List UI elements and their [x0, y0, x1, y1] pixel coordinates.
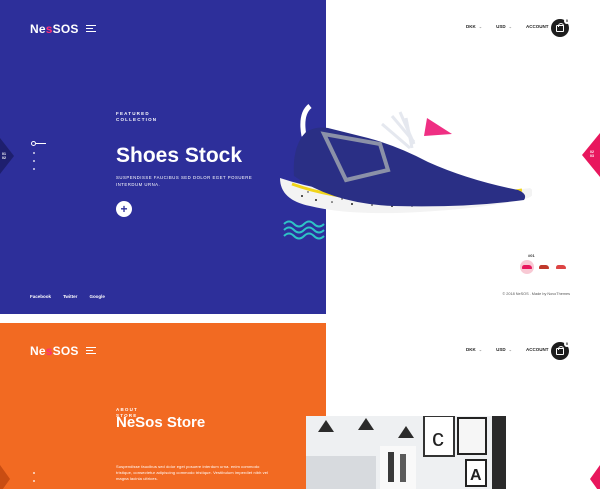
currency-selector-dkk[interactable]: DKK ⌄	[466, 24, 482, 29]
currency-selector-usd[interactable]: USD ⌄	[496, 24, 512, 29]
cart-count-badge: 0	[564, 18, 570, 24]
prev-slide-tab[interactable]	[0, 465, 10, 489]
cart-button[interactable]: 0	[551, 341, 570, 360]
social-links: Facebook Twitter Google	[30, 294, 105, 299]
store-interior-photo: c A	[306, 416, 506, 489]
shopping-bag-icon	[556, 23, 564, 32]
next-slide-label: 02 03	[590, 150, 594, 158]
svg-text:c: c	[432, 425, 444, 452]
hero-subtitle: SUSPENDISSE FAUCIBUS SED DOLOR EGET POSU…	[116, 175, 253, 187]
about-body: Suspendisse faucibus sed dolor eget posu…	[116, 464, 269, 481]
menu-icon[interactable]	[86, 347, 96, 354]
shoe-laces	[381, 111, 416, 150]
chevron-down-icon: ⌄	[478, 24, 483, 29]
hero-eyebrow: FEATURED COLLECTION	[116, 111, 158, 122]
slide-dot[interactable]	[32, 168, 35, 170]
pink-triangle-shape	[424, 118, 452, 136]
currency-selector-dkk[interactable]: DKK ⌄	[466, 347, 482, 352]
teal-wave-shape	[283, 220, 325, 240]
thumbnail-pink-shoe[interactable]	[520, 260, 534, 274]
about-section: NesSOS DKK⌄ USD⌄ ACCOUNT⌄ 0 ABOUTSTORE N…	[0, 323, 600, 489]
top-nav: DKK⌄ USD⌄ ACCOUNT⌄	[466, 347, 555, 352]
product-thumbnails: #01	[520, 253, 568, 274]
slide-dot[interactable]	[32, 480, 35, 482]
slide-dot-active[interactable]	[31, 141, 46, 146]
top-nav: DKK⌄ USD⌄ ACCOUNT⌄	[466, 24, 555, 29]
svg-text:A: A	[470, 467, 482, 484]
cart-count-badge: 0	[564, 341, 570, 347]
featured-shoe-image	[280, 104, 532, 240]
prev-slide-label: 01 02	[2, 152, 6, 160]
currency-selector-usd[interactable]: USD ⌄	[496, 347, 512, 352]
chevron-down-icon: ⌄	[478, 347, 483, 352]
slide-dot[interactable]	[32, 160, 35, 162]
chevron-down-icon: ⌄	[508, 347, 512, 352]
chevron-down-icon: ⌄	[508, 24, 512, 29]
slide-dot[interactable]	[32, 472, 35, 474]
brand-logo[interactable]: NesSOS	[30, 22, 79, 36]
about-title: NeSos Store	[116, 414, 206, 431]
social-link-twitter[interactable]: Twitter	[63, 294, 77, 299]
cart-button[interactable]: 0	[551, 18, 570, 37]
brand-logo[interactable]: NesSOS	[30, 344, 79, 358]
social-link-facebook[interactable]: Facebook	[30, 294, 51, 299]
slide-indicator	[31, 141, 46, 170]
social-link-google[interactable]: Google	[89, 294, 105, 299]
thumbnail-white-red-shoe[interactable]	[554, 260, 568, 274]
shopping-bag-icon	[556, 346, 564, 355]
slide-indicator	[31, 466, 35, 482]
copyright-text: © 2018 NeSOS . Made by NovoThemes	[502, 292, 570, 296]
add-to-cart-button[interactable]: +	[116, 201, 132, 217]
thumbnail-counter: #01	[528, 253, 535, 258]
menu-icon[interactable]	[86, 25, 96, 32]
hero-section: NesSOS DKK⌄ USD⌄ ACCOUNT⌄ 0 0102 FEATURE…	[0, 0, 600, 314]
slide-dot[interactable]	[32, 152, 35, 154]
next-slide-tab[interactable]	[590, 465, 600, 489]
hero-title: Shoes Stock	[116, 144, 243, 167]
thumbnail-red-shoe[interactable]	[537, 260, 551, 274]
